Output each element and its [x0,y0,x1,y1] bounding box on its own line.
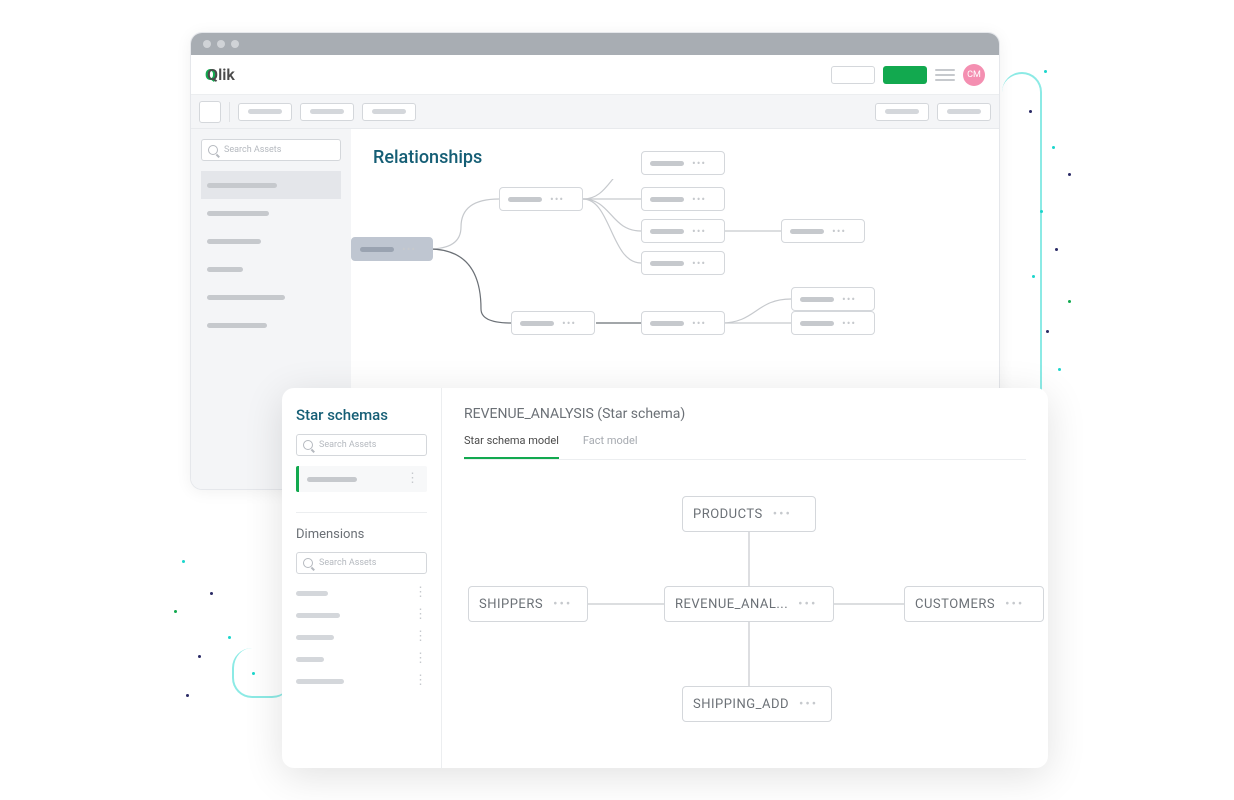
top-bar: QQlik CM [191,55,999,95]
search-icon [303,558,313,568]
item-label-placeholder [307,477,357,482]
ellipsis-icon[interactable]: ••• [692,225,706,238]
ellipsis-icon[interactable]: ••• [692,157,706,170]
ellipsis-icon[interactable]: ••• [562,317,576,330]
tab-fact-model[interactable]: Fact model [583,434,638,459]
search-placeholder: Search Assets [319,440,376,450]
ellipsis-icon[interactable]: ••• [842,293,856,306]
schema-node-products[interactable]: PRODUCTS ••• [682,496,816,532]
breadcrumb-action-button[interactable] [937,103,991,121]
relationship-node[interactable]: ••• [641,251,725,275]
relationship-node[interactable]: ••• [641,187,725,211]
user-avatar[interactable]: CM [963,64,985,86]
search-input[interactable]: Search Assets [296,434,427,456]
relationship-node[interactable]: ••• [351,237,433,261]
relationship-node[interactable]: ••• [791,311,875,335]
ellipsis-icon[interactable]: ••• [798,597,817,612]
divider [229,102,230,122]
ellipsis-vertical-icon[interactable]: ⋮ [414,656,427,663]
ellipsis-icon[interactable]: ••• [692,193,706,206]
relationship-node[interactable]: ••• [641,311,725,335]
breadcrumb-item[interactable] [300,103,354,121]
schema-tabs: Star schema model Fact model [464,434,1026,460]
ellipsis-icon[interactable]: ••• [692,317,706,330]
ellipsis-vertical-icon[interactable]: ⋮ [414,678,427,685]
divider [296,512,427,513]
star-schema-item[interactable]: ⋮ [296,466,427,492]
ellipsis-vertical-icon[interactable]: ⋮ [406,476,419,483]
traffic-light-dot [203,40,211,48]
breadcrumb-bar [191,95,999,129]
ellipsis-icon[interactable]: ••• [799,697,818,712]
window-titlebar [191,33,999,55]
ellipsis-icon[interactable]: ••• [553,597,572,612]
topbar-placeholder-button[interactable] [831,66,875,84]
ellipsis-vertical-icon[interactable]: ⋮ [414,590,427,597]
sidebar-item[interactable] [201,171,341,199]
front-sidebar: Star schemas Search Assets ⋮ Dimensions … [282,388,442,768]
dimension-item[interactable]: ⋮ [296,672,427,690]
ellipsis-vertical-icon[interactable]: ⋮ [414,612,427,619]
topbar-primary-button[interactable] [883,66,927,84]
search-input[interactable]: Search Assets [296,552,427,574]
ellipsis-icon[interactable]: ••• [1005,597,1024,612]
search-placeholder: Search Assets [319,558,376,568]
ellipsis-icon[interactable]: ••• [832,225,846,238]
sidebar-item[interactable] [201,283,341,311]
front-window: Star schemas Search Assets ⋮ Dimensions … [282,388,1048,768]
brand-logo: QQlik [205,65,235,84]
schema-node-shipping-add[interactable]: SHIPPING_ADD ••• [682,686,832,722]
star-schema-canvas: PRODUCTS ••• SHIPPERS ••• REVENUE_ANAL..… [464,478,1026,728]
relationship-node[interactable]: ••• [641,151,725,175]
dimension-item[interactable]: ⋮ [296,628,427,646]
breadcrumb-action-button[interactable] [875,103,929,121]
sidebar-item[interactable] [201,311,341,339]
schema-node-shippers[interactable]: SHIPPERS ••• [468,586,588,622]
breadcrumb-home-button[interactable] [199,101,221,123]
sidebar-item[interactable] [201,199,341,227]
sidebar-item[interactable] [201,227,341,255]
dimensions-heading: Dimensions [296,527,427,542]
dimension-item[interactable]: ⋮ [296,606,427,624]
breadcrumb-item[interactable] [238,103,292,121]
ellipsis-icon[interactable]: ••• [402,243,416,256]
search-icon [208,145,218,155]
relationship-node[interactable]: ••• [499,187,583,211]
menu-icon[interactable] [935,69,955,81]
traffic-light-dot [231,40,239,48]
tab-star-schema-model[interactable]: Star schema model [464,434,559,459]
relationship-node[interactable]: ••• [641,219,725,243]
traffic-light-dot [217,40,225,48]
relationship-node[interactable]: ••• [781,219,865,243]
search-placeholder: Search Assets [224,145,281,155]
schema-title: REVENUE_ANALYSIS (Star schema) [464,406,1026,422]
schema-node-customers[interactable]: CUSTOMERS ••• [904,586,1044,622]
ellipsis-vertical-icon[interactable]: ⋮ [414,634,427,641]
schema-node-revenue-analysis[interactable]: REVENUE_ANAL... ••• [664,586,834,622]
sidebar-heading: Star schemas [296,406,427,424]
ellipsis-icon[interactable]: ••• [692,257,706,270]
front-main: REVENUE_ANALYSIS (Star schema) Star sche… [442,388,1048,768]
dimension-item[interactable]: ⋮ [296,650,427,668]
relationship-node[interactable]: ••• [511,311,595,335]
breadcrumb-item[interactable] [362,103,416,121]
ellipsis-icon[interactable]: ••• [550,193,564,206]
ellipsis-icon[interactable]: ••• [842,317,856,330]
relationship-node[interactable]: ••• [791,287,875,311]
dimension-item[interactable]: ⋮ [296,584,427,602]
sidebar-item[interactable] [201,255,341,283]
ellipsis-icon[interactable]: ••• [773,507,792,522]
search-icon [303,440,313,450]
search-input[interactable]: Search Assets [201,139,341,161]
